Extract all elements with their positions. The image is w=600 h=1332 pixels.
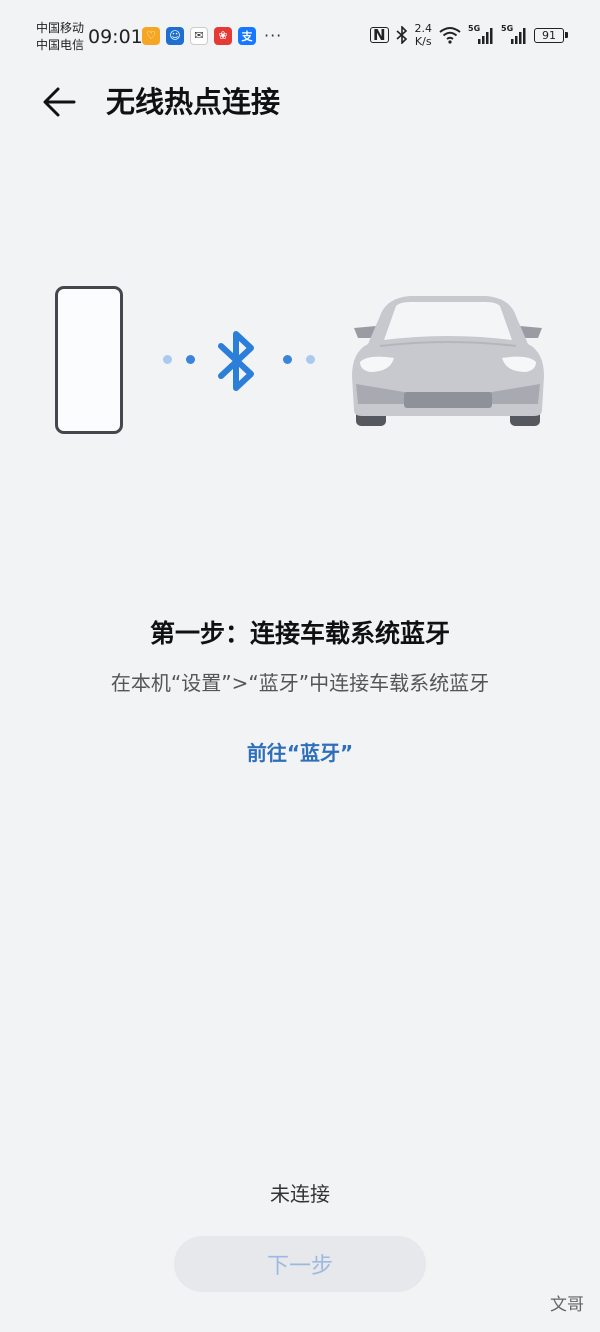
wechat-icon: ✉: [190, 26, 208, 45]
connection-dot: [283, 355, 292, 364]
carrier-1: 中国移动: [36, 21, 85, 35]
signal-label-2: 5G: [501, 24, 514, 33]
carrier-2: 中国电信: [36, 38, 85, 52]
nfc-icon: N: [369, 27, 389, 43]
app-icon-red: ❀: [214, 26, 232, 45]
signal-icon-2: 5G: [501, 24, 527, 46]
page-title: 无线热点连接: [106, 85, 281, 119]
next-step-button[interactable]: 下一步: [174, 1236, 426, 1292]
more-notifications-icon: ···: [264, 26, 283, 45]
watermark: 文哥: [550, 1295, 584, 1315]
connection-dot: [306, 355, 315, 364]
bluetooth-icon: [218, 331, 254, 391]
app-icon-blue: ☺: [166, 26, 184, 45]
connection-status: 未连接: [270, 1182, 330, 1206]
system-icons: N 2.4 K/s 5G 5G 91: [369, 22, 568, 48]
step-title: 第一步：连接车载系统蓝牙: [149, 619, 450, 648]
network-speed-value: 2.4: [414, 22, 433, 35]
connection-dot: [186, 355, 195, 364]
carrier-info: 中国移动 中国电信: [36, 20, 84, 54]
network-speed-unit: K/s: [414, 35, 432, 48]
network-speed: 2.4 K/s: [415, 22, 433, 48]
status-time: 09:01: [88, 26, 143, 48]
app-icon-orange: ♡: [142, 26, 160, 45]
connection-dot: [163, 355, 172, 364]
signal-icon-1: 5G: [468, 24, 494, 46]
battery-icon: 91: [534, 27, 568, 43]
wifi-icon: [439, 27, 461, 44]
alipay-icon: 支: [238, 26, 256, 45]
status-bar: 中国移动 中国电信 09:01 ♡ ☺ ✉ ❀ 支 ··· N 2.4 K/s …: [0, 0, 600, 70]
car-illustration: [352, 296, 544, 426]
goto-bluetooth-link[interactable]: 前往“蓝牙”: [0, 737, 600, 766]
signal-label-1: 5G: [468, 24, 481, 33]
back-arrow-icon[interactable]: [40, 82, 80, 122]
bluetooth-status-icon: [395, 26, 407, 44]
phone-illustration: [55, 286, 123, 434]
step-description: 在本机“设置”>“蓝牙”中连接车载系统蓝牙: [110, 671, 490, 695]
notification-icons: ♡ ☺ ✉ ❀ 支 ···: [142, 26, 282, 45]
